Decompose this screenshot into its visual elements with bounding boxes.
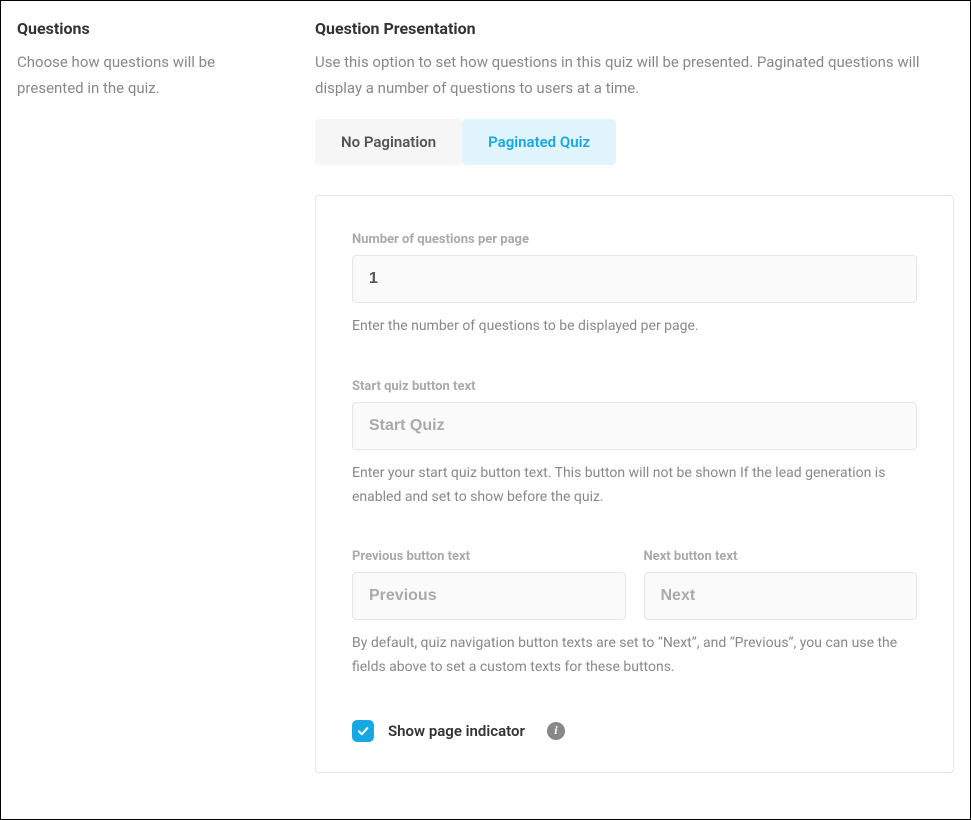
per-page-help: Enter the number of questions to be disp…	[352, 315, 917, 339]
show-page-indicator-label: Show page indicator	[388, 722, 525, 740]
nav-buttons-help: By default, quiz navigation button texts…	[352, 632, 917, 680]
check-icon	[356, 724, 370, 738]
tab-no-pagination[interactable]: No Pagination	[315, 119, 462, 165]
show-page-indicator-checkbox[interactable]	[352, 720, 374, 742]
start-button-text-input[interactable]	[352, 402, 917, 450]
next-button-text-input[interactable]	[644, 572, 918, 620]
start-button-text-label: Start quiz button text	[352, 379, 917, 394]
previous-button-text-input[interactable]	[352, 572, 626, 620]
per-page-input[interactable]	[352, 255, 917, 303]
info-icon[interactable]: i	[547, 722, 565, 740]
pagination-tabs: No Pagination Paginated Quiz	[315, 119, 954, 165]
section-description: Use this option to set how questions in …	[315, 50, 954, 101]
tab-paginated-quiz[interactable]: Paginated Quiz	[462, 119, 616, 165]
settings-panel: Number of questions per page Enter the n…	[315, 195, 954, 773]
sidebar-description: Choose how questions will be presented i…	[17, 50, 285, 101]
next-button-text-label: Next button text	[644, 549, 918, 564]
start-button-text-help: Enter your start quiz button text. This …	[352, 462, 917, 510]
previous-button-text-label: Previous button text	[352, 549, 626, 564]
per-page-label: Number of questions per page	[352, 232, 917, 247]
section-title: Question Presentation	[315, 19, 954, 38]
sidebar-title: Questions	[17, 19, 285, 38]
